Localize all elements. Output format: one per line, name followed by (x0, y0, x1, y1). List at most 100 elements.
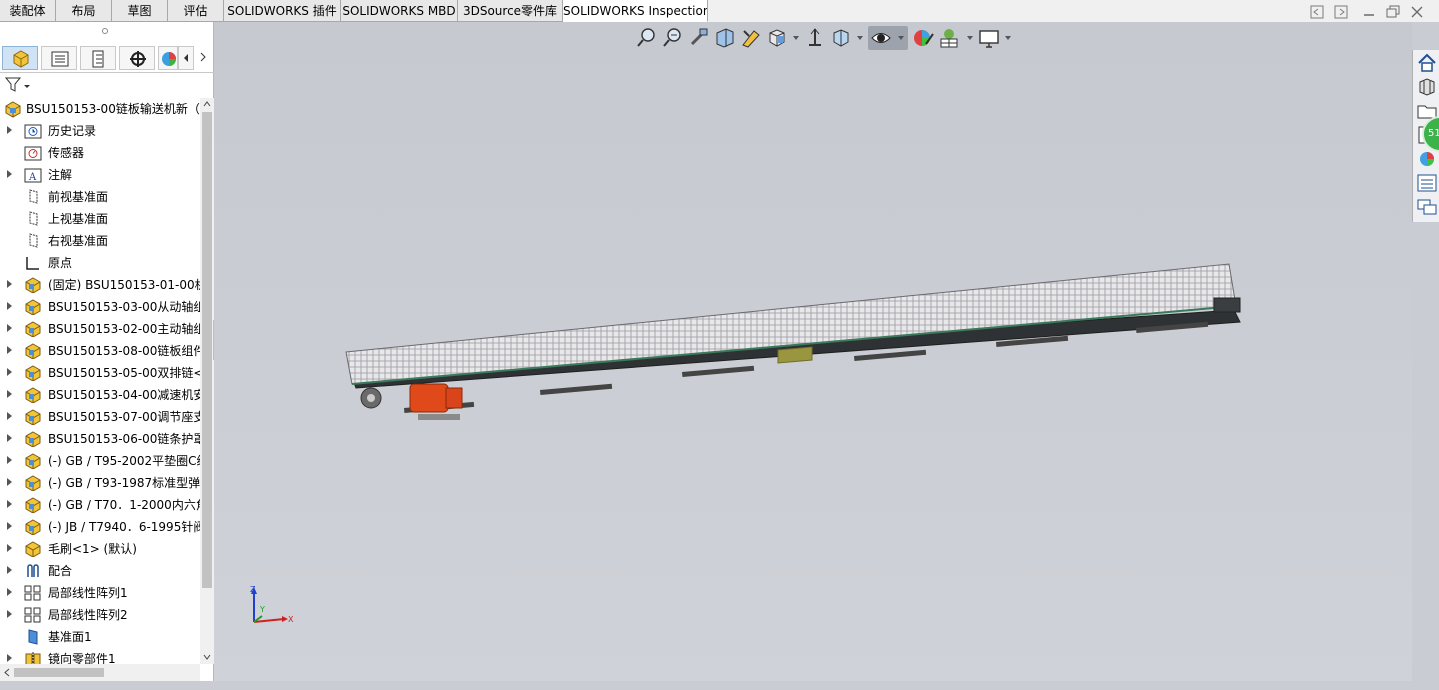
tree-item[interactable]: BSU150153-04-00减速机安 (0, 384, 200, 406)
tab-evaluate[interactable]: 评估 (168, 0, 224, 22)
expand-arrow-icon[interactable] (7, 654, 12, 662)
restore-right-icon[interactable] (1333, 4, 1349, 20)
tab-solidworks-inspection[interactable]: SOLIDWORKS Inspection (563, 0, 708, 22)
tree-vertical-scrollbar[interactable] (200, 98, 214, 664)
tab-solidworks-mbd[interactable]: SOLIDWORKS MBD (341, 0, 458, 22)
assembly-icon (5, 101, 21, 118)
scroll-up-icon[interactable] (203, 100, 211, 108)
tab-scroll-left[interactable] (178, 46, 194, 70)
expand-arrow-icon[interactable] (7, 170, 12, 178)
view-orientation-dropdown[interactable] (793, 36, 799, 40)
tree-item[interactable]: (-) GB / T95-2002平垫圈C级 (0, 450, 200, 472)
tree-item[interactable]: BSU150153-03-00从动轴组 (0, 296, 200, 318)
propertymanager-tab[interactable] (41, 46, 77, 70)
display-manager-tab[interactable] (158, 46, 178, 70)
expand-arrow-icon[interactable] (7, 456, 12, 464)
expand-arrow-icon[interactable] (7, 280, 12, 288)
scroll-left-icon[interactable] (3, 668, 11, 677)
tree-item[interactable]: BSU150153-02-00主动轴组 (0, 318, 200, 340)
expand-arrow-icon[interactable] (7, 302, 12, 310)
expand-arrow-icon[interactable] (7, 412, 12, 420)
view-orientation-icon[interactable] (766, 26, 788, 50)
monitor-dropdown[interactable] (1005, 36, 1011, 40)
expand-arrow-icon[interactable] (7, 390, 12, 398)
section-view-icon[interactable] (714, 26, 736, 50)
previous-view-icon[interactable] (688, 26, 710, 50)
home-icon[interactable] (1416, 52, 1438, 74)
edit-appearance-dropdown[interactable] (898, 36, 904, 40)
tree-item[interactable]: 上视基准面 (0, 208, 200, 230)
scroll-thumb[interactable] (202, 112, 212, 588)
conveyor-model[interactable] (214, 22, 1412, 681)
expand-arrow-icon[interactable] (7, 500, 12, 508)
custom-properties-icon[interactable] (1416, 172, 1438, 194)
view-settings-dropdown[interactable] (967, 36, 973, 40)
tab-3dsource-library[interactable]: 3DSource零件库 (458, 0, 563, 22)
view-settings-icon[interactable] (938, 26, 960, 50)
close-icon[interactable] (1409, 4, 1425, 20)
tree-item[interactable]: BSU150153-06-00链条护罩 (0, 428, 200, 450)
part-icon (25, 541, 41, 557)
dimxpert-tab[interactable] (119, 46, 155, 70)
tree-item[interactable]: 局部线性阵列2 (0, 604, 200, 626)
featuremanager-tab[interactable] (2, 46, 38, 70)
expand-arrow-icon[interactable] (7, 610, 12, 618)
tab-scroll-right[interactable] (196, 46, 212, 70)
dynamic-annotation-icon[interactable] (740, 26, 762, 50)
monitor-icon[interactable] (978, 26, 1000, 50)
tree-item[interactable]: 前视基准面 (0, 186, 200, 208)
tree-item[interactable]: 局部线性阵列1 (0, 582, 200, 604)
tree-root[interactable]: BSU150153-00链板输送机新（ (0, 98, 214, 120)
maximize-icon[interactable] (1385, 4, 1401, 20)
hide-show-dropdown[interactable] (857, 36, 863, 40)
tree-item[interactable]: A 注解 (0, 164, 200, 186)
minimize-icon[interactable] (1361, 4, 1377, 20)
tree-horizontal-scrollbar[interactable] (0, 664, 200, 681)
tree-item[interactable]: 毛刷<1> (默认) (0, 538, 200, 560)
tree-item[interactable]: 基准面1 (0, 626, 200, 648)
tree-item[interactable]: (-) GB / T70．1-2000内六角 (0, 494, 200, 516)
tab-sketch[interactable]: 草图 (112, 0, 168, 22)
expand-arrow-icon[interactable] (7, 588, 12, 596)
scroll-down-icon[interactable] (203, 653, 211, 661)
tree-item[interactable]: (固定) BSU150153-01-00机 (0, 274, 200, 296)
graphics-area[interactable]: Z X Y (214, 22, 1412, 681)
tree-item[interactable]: 右视基准面 (0, 230, 200, 252)
tree-item[interactable]: BSU150153-05-00双排链< (0, 362, 200, 384)
expand-arrow-icon[interactable] (7, 126, 12, 134)
expand-arrow-icon[interactable] (7, 544, 12, 552)
expand-arrow-icon[interactable] (7, 346, 12, 354)
tree-item[interactable]: 配合 (0, 560, 200, 582)
tab-assembly[interactable]: 装配体 (0, 0, 56, 22)
display-style-icon[interactable] (804, 26, 826, 50)
horizontal-scroll-thumb[interactable] (14, 668, 104, 677)
expand-arrow-icon[interactable] (7, 434, 12, 442)
expand-arrow-icon[interactable] (7, 368, 12, 376)
zoom-to-fit-icon[interactable] (636, 26, 658, 50)
apply-scene-icon[interactable] (912, 26, 934, 50)
design-library-icon[interactable] (1416, 76, 1438, 98)
configurationmanager-icon (92, 50, 104, 68)
expand-arrow-icon[interactable] (7, 566, 12, 574)
manager-tabs (0, 44, 214, 73)
tab-layout[interactable]: 布局 (56, 0, 112, 22)
panel-grip-icon[interactable] (102, 28, 108, 34)
tree-item[interactable]: (-) GB / T93-1987标准型弹 (0, 472, 200, 494)
hide-show-items-icon[interactable] (830, 26, 852, 50)
expand-arrow-icon[interactable] (7, 522, 12, 530)
tab-solidworks-addins[interactable]: SOLIDWORKS 插件 (224, 0, 341, 22)
tree-item[interactable]: 原点 (0, 252, 200, 274)
zoom-to-area-icon[interactable] (662, 26, 684, 50)
tree-item[interactable]: BSU150153-08-00链板组件 (0, 340, 200, 362)
expand-arrow-icon[interactable] (7, 324, 12, 332)
filter-icon[interactable] (5, 77, 31, 93)
restore-left-icon[interactable] (1309, 4, 1325, 20)
configurationmanager-tab[interactable] (80, 46, 116, 70)
tree-item[interactable]: BSU150153-07-00调节座支 (0, 406, 200, 428)
forum-icon[interactable] (1416, 196, 1438, 218)
tree-item[interactable]: (-) JB / T7940．6-1995针阀 (0, 516, 200, 538)
edit-appearance-button[interactable] (868, 26, 908, 50)
expand-arrow-icon[interactable] (7, 478, 12, 486)
tree-item[interactable]: 传感器 (0, 142, 200, 164)
tree-item[interactable]: 历史记录 (0, 120, 200, 142)
